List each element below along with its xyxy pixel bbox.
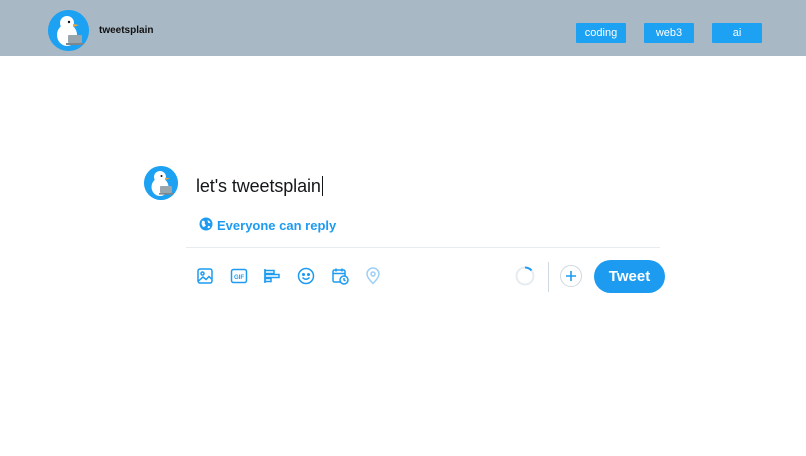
schedule-icon[interactable] xyxy=(330,266,350,286)
divider xyxy=(186,247,660,248)
compose-text: let's tweetsplain xyxy=(196,176,321,196)
poll-icon[interactable] xyxy=(262,266,282,286)
svg-text:GIF: GIF xyxy=(234,275,244,281)
nav-button-ai[interactable]: ai xyxy=(712,23,762,43)
add-tweet-plus-icon[interactable] xyxy=(560,265,582,287)
nav-button-coding[interactable]: coding xyxy=(576,23,626,43)
image-icon[interactable] xyxy=(195,266,215,286)
location-icon[interactable] xyxy=(363,266,383,286)
compose-textbox[interactable]: let's tweetsplain xyxy=(196,176,323,197)
emoji-icon[interactable] xyxy=(296,266,316,286)
tweet-button[interactable]: Tweet xyxy=(594,260,665,293)
globe-icon xyxy=(199,217,213,234)
nav-button-web3[interactable]: web3 xyxy=(644,23,694,43)
gif-icon[interactable]: GIF xyxy=(229,266,249,286)
duck-logo-icon[interactable] xyxy=(48,10,89,51)
reply-setting-button[interactable]: Everyone can reply xyxy=(199,217,336,234)
top-bar: tweetsplain coding web3 ai xyxy=(0,0,806,56)
text-caret xyxy=(321,176,323,196)
reply-setting-label: Everyone can reply xyxy=(217,218,337,233)
brand-name[interactable]: tweetsplain xyxy=(99,25,153,36)
avatar[interactable] xyxy=(144,166,178,200)
vertical-separator xyxy=(548,262,549,292)
character-counter-icon xyxy=(515,266,535,286)
